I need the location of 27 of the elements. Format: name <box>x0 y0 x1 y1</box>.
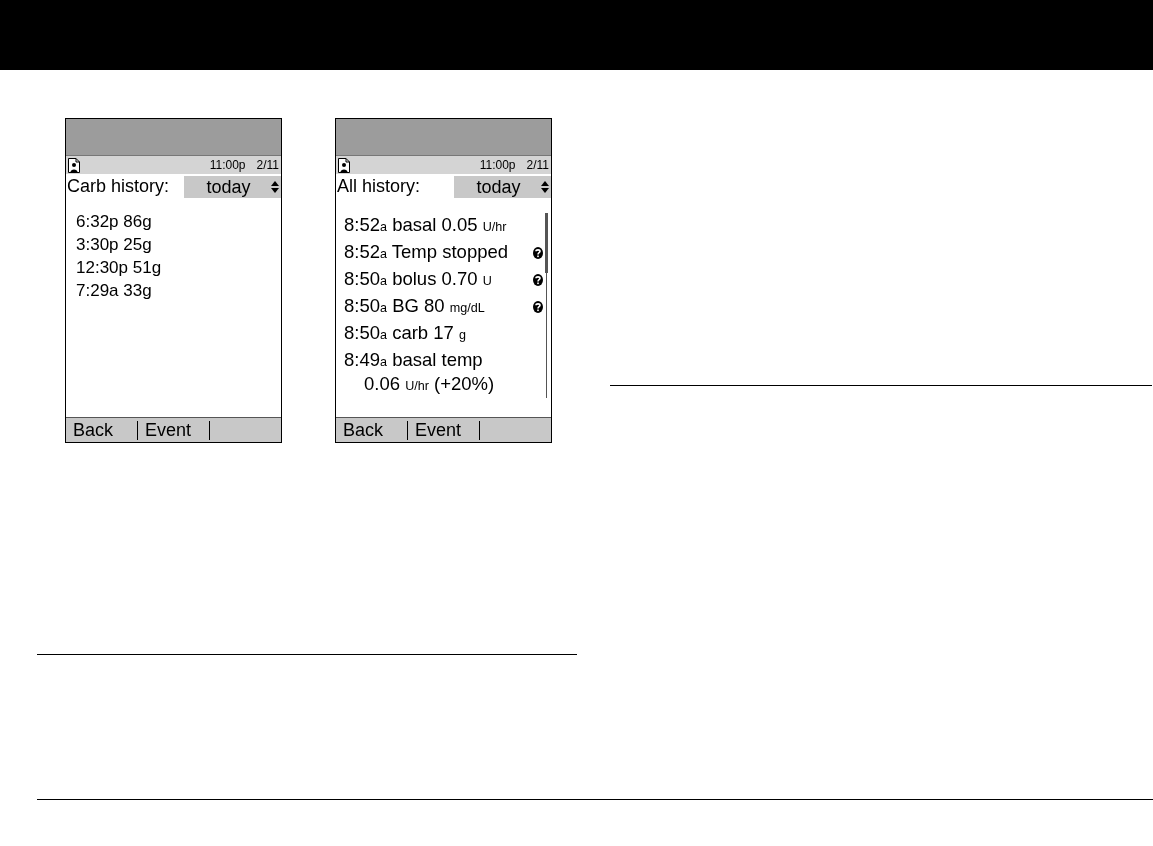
softkey-button[interactable]: Back <box>66 418 137 442</box>
history-entry: 7:29a 33g <box>76 280 152 302</box>
person-document-icon <box>68 157 80 173</box>
person-document-icon <box>338 157 350 173</box>
period-dropdown[interactable]: today <box>184 176 281 198</box>
softkey-button[interactable]: Event <box>408 418 479 442</box>
history-entry: 8:50a BG 80 mg/dL <box>344 295 485 318</box>
up-down-arrows-icon <box>271 181 279 193</box>
scroll-bar[interactable] <box>545 213 548 398</box>
history-entry: 8:50a bolus 0.70 U <box>344 268 492 291</box>
up-down-arrows-icon <box>541 181 549 193</box>
status-date: 2/11 <box>526 158 549 172</box>
history-entry: 8:50a carb 17 g <box>344 322 466 345</box>
history-entry: 8:49a basal temp 0.06 U/hr (+20%) <box>344 349 495 396</box>
screen-title: All history: <box>336 176 421 197</box>
screen-title: Carb history: <box>66 176 170 197</box>
status-time: 11:00p <box>209 158 246 172</box>
history-entry: 8:52a Temp stopped <box>344 241 509 264</box>
softkey-button[interactable]: Back <box>336 418 407 442</box>
history-entry: 3:30p 25g <box>76 234 152 256</box>
history-entry: 12:30p 51g <box>76 257 162 279</box>
status-date: 2/11 <box>256 158 279 172</box>
softkey-button[interactable]: Event <box>138 418 209 442</box>
history-entry: 8:52a basal 0.05 U/hr <box>344 214 507 237</box>
history-entry: 6:32p 86g <box>76 211 152 233</box>
period-dropdown[interactable]: today <box>454 176 551 198</box>
status-time: 11:00p <box>479 158 516 172</box>
